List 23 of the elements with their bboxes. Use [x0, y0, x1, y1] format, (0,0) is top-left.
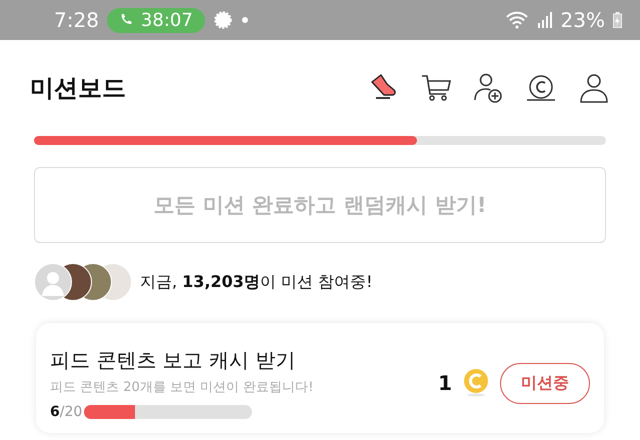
phone-icon: [118, 13, 133, 27]
add-user-icon[interactable]: [472, 72, 504, 104]
mission-status-button[interactable]: 미션중: [500, 362, 590, 404]
wifi-icon: [504, 11, 529, 29]
progress-count: 6/20: [50, 404, 82, 420]
coin-icon[interactable]: [524, 73, 558, 103]
reward-amount: 1: [438, 371, 452, 395]
gear-icon: [212, 10, 233, 30]
battery-icon: [613, 12, 622, 28]
user-icon[interactable]: [578, 72, 610, 104]
reward-banner[interactable]: 모든 미션 완료하고 랜덤캐시 받기!: [34, 167, 606, 243]
avatar-placeholder: [34, 263, 72, 301]
page-title: 미션보드: [30, 73, 126, 104]
participants-text: 지금, 13,203명이 미션 참여중!: [140, 272, 373, 292]
signal-icon: [536, 11, 553, 29]
battery-percent: 23%: [560, 8, 605, 32]
cart-icon[interactable]: [420, 73, 452, 103]
mission-title: 피드 콘텐츠 보고 캐시 받기: [50, 346, 296, 374]
mission-description: 피드 콘텐츠 20개를 보면 미션이 완료됩니다!: [50, 378, 314, 396]
call-timer-pill[interactable]: 38:07: [106, 8, 205, 32]
dot-icon: [240, 16, 249, 24]
coin-icon: [462, 368, 490, 398]
clock-time: 7:28: [54, 8, 99, 32]
